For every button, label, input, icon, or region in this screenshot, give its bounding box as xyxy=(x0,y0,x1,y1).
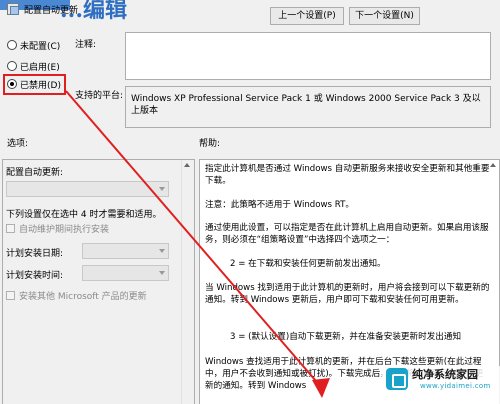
checkbox-icon xyxy=(6,223,15,233)
policy-icon xyxy=(7,3,19,15)
options-heading: 选项: xyxy=(7,139,29,149)
other-products-checkbox[interactable]: 安装其他 Microsoft 产品的更新 xyxy=(6,289,147,302)
scroll-up-icon[interactable] xyxy=(490,163,496,167)
watermark-logo-icon xyxy=(386,368,408,390)
radio-circle-icon xyxy=(7,61,17,71)
platform-label: 支持的平台: xyxy=(75,91,124,101)
help-paragraph: 通过使用此设置，可以指定是否在此计算机上启用自动更新。如果启用该服务，则必须在“… xyxy=(205,223,489,245)
checkbox-icon xyxy=(6,290,15,300)
radio-circle-icon xyxy=(7,40,17,50)
options-note: 下列设置仅在选中 4 时才需要和适用。 xyxy=(6,210,162,220)
configure-updates-label: 配置自动更新: xyxy=(6,168,64,178)
window-title: 配置自动更新 xyxy=(24,6,79,16)
radio-label: 已启用(E) xyxy=(20,62,60,73)
radio-not-configured[interactable]: 未配置(C) xyxy=(7,38,60,52)
checkbox-label: 安装其他 Microsoft 产品的更新 xyxy=(19,291,147,302)
radio-enabled[interactable]: 已启用(E) xyxy=(7,59,60,73)
platform-text: Windows XP Professional Service Pack 1 或… xyxy=(125,86,491,128)
update-mode-select[interactable] xyxy=(6,181,169,197)
help-paragraph: 指定此计算机是否通过 Windows 自动更新服务来接收安全更新和其他重要下载。 xyxy=(205,164,490,186)
checkbox-label: 自动维护期间执行安装 xyxy=(19,224,110,235)
help-paragraph: 当 Windows 找到适用于此计算机的更新时，用户将会接到可以下载更新的通知。… xyxy=(205,283,490,305)
install-day-label: 计划安装日期: xyxy=(6,249,64,259)
scroll-up-icon[interactable] xyxy=(184,163,190,167)
comment-textarea[interactable] xyxy=(125,32,491,80)
help-heading: 帮助: xyxy=(199,139,221,149)
highlight-box xyxy=(3,74,66,95)
next-setting-button[interactable]: 下一个设置(N) xyxy=(349,7,420,25)
install-day-select[interactable] xyxy=(82,243,169,259)
help-paragraph: 3 = (默认设置)自动下载更新，并在准备安装更新时发出通知 xyxy=(230,332,462,342)
chevron-down-icon xyxy=(159,187,165,191)
comment-label: 注释: xyxy=(75,40,97,50)
help-paragraph: 2 = 在下载和安装任何更新前发出通知。 xyxy=(230,259,386,269)
prev-setting-button[interactable]: 上一个设置(P) xyxy=(270,7,344,25)
radio-label: 未配置(C) xyxy=(20,41,61,52)
chevron-down-icon xyxy=(159,249,165,253)
options-scrollbar[interactable] xyxy=(181,160,194,404)
watermark-title: 纯净系统家园 xyxy=(412,368,478,381)
chevron-down-icon xyxy=(159,271,165,275)
install-time-select[interactable] xyxy=(82,265,169,281)
watermark-url: www.yidaimei.com xyxy=(420,382,491,390)
install-time-label: 计划安装时间: xyxy=(6,271,64,281)
help-paragraph: 注意：此策略不适用于 Windows RT。 xyxy=(205,200,354,210)
auto-maintenance-checkbox[interactable]: 自动维护期间执行安装 xyxy=(6,222,110,235)
